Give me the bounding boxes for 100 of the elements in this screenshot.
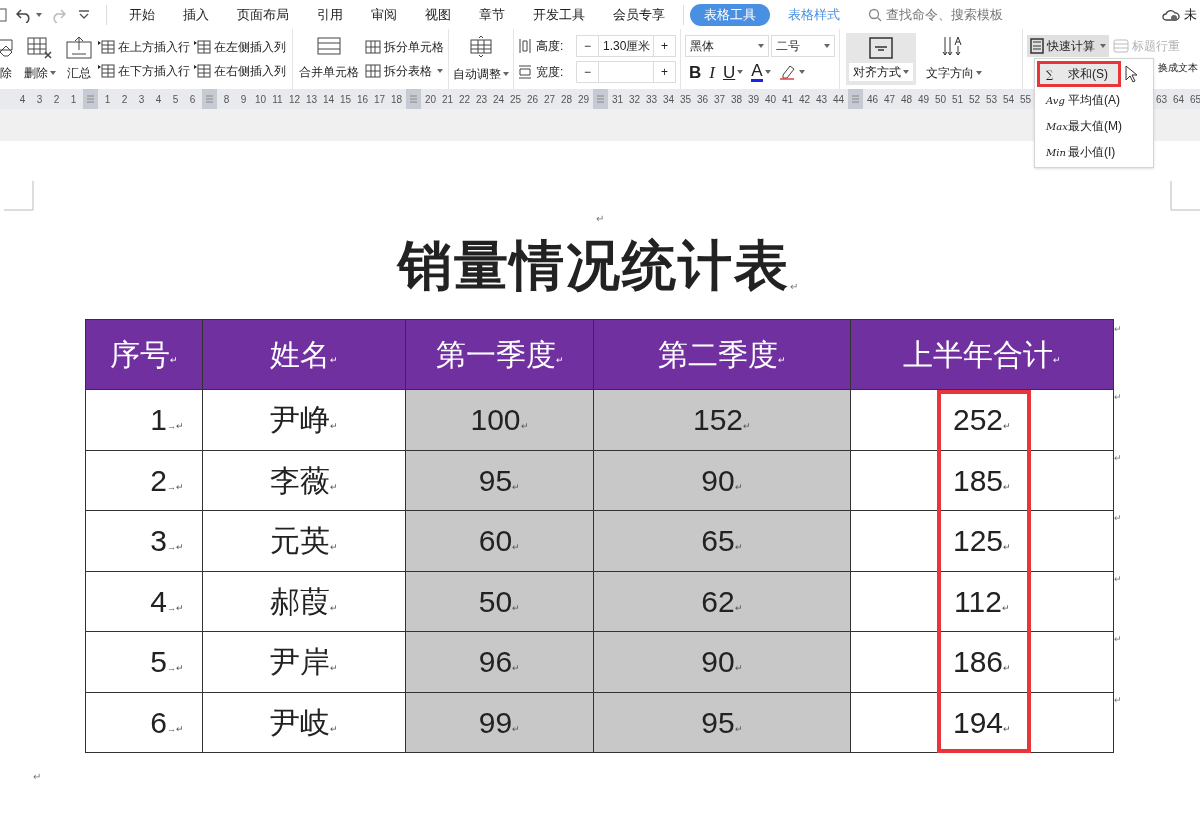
search-field[interactable]: 查找命令、搜索模板 [868,4,1003,25]
ruler-number: 38 [729,92,744,107]
paragraph-mark: ↵ [596,214,604,224]
ribbon-tab[interactable]: 页面布局 [225,3,301,26]
redo-icon[interactable] [50,6,66,23]
menu-item[interactable]: ∑ 求和(S) [1037,61,1121,87]
table-cell: 1→↵ [86,390,203,451]
ribbon-button[interactable]: 在下方插入行 [98,62,190,80]
underline-button[interactable]: U [722,63,736,81]
ruler-number: 15 [338,92,353,107]
caret-icon [903,70,909,74]
ruler-number: 42 [797,92,812,107]
corner-mark-icon [1170,181,1200,211]
ribbon-button[interactable]: 除 [0,36,16,82]
paragraph-mark: ↵ [790,282,798,292]
ruler-number: 52 [967,92,982,107]
menu-item[interactable]: Avg 平均值(A) [1037,87,1151,113]
ruler-number: 20 [423,92,438,107]
ribbon-tab[interactable]: 会员专享 [601,3,677,26]
ruler-number: 32 [627,92,642,107]
table-cell: 李薇↵ [203,450,406,511]
ribbon-button[interactable]: 删除 [22,36,58,82]
sync-status: 未 [1184,5,1198,24]
ribbon-button[interactable]: 合并单元格 [293,29,365,89]
autofit-icon [470,35,492,57]
ruler-number: 6 [188,92,197,107]
search-icon [868,7,882,22]
increment-button[interactable]: + [653,62,675,82]
table-cell: 元英↵ [203,511,406,572]
text-direction-button[interactable]: 文字方向 [922,29,986,89]
ribbon-tab[interactable]: 审阅 [359,3,409,26]
quick-calc-button[interactable]: 快速计算 [1027,35,1109,57]
ruler-number: 25 [508,92,523,107]
ruler-marker-icon[interactable] [202,89,217,109]
ruler-number: 51 [950,92,965,107]
align-button[interactable]: 对齐方式 [846,33,916,85]
menu-item[interactable]: Max最大值(M) [1037,113,1151,139]
size-field[interactable]: − + [576,61,676,83]
cloud-sync-icon[interactable] [1162,7,1180,22]
insert-grid-icon [98,39,116,55]
ruler-marker-icon[interactable] [593,89,608,109]
ribbon-button[interactable]: 拆分单元格 [365,38,444,56]
caret-icon [976,71,982,75]
ruler-number: 3 [137,92,146,107]
field-label: 宽度: [536,64,565,81]
font-name-dropdown[interactable]: 黑体 [685,35,769,57]
ruler-marker-icon[interactable] [406,89,421,109]
highlighter-icon[interactable] [778,64,797,80]
font-color-button[interactable]: A [751,62,763,82]
eraser-icon [0,36,14,60]
size-field[interactable]: − 1.30厘米 + [576,35,676,57]
table-cell: 郝葭↵ [203,571,406,632]
summary-icon [66,36,92,60]
ribbon-tab[interactable]: 引用 [305,3,355,26]
ruler-number: 22 [457,92,472,107]
ruler-number: 47 [882,92,897,107]
column-width-icon [518,64,532,80]
ribbon-button[interactable]: 在左侧插入列 [194,38,286,56]
ruler-number: 46 [865,92,880,107]
table-cell: 90↵ [594,450,851,511]
ribbon-button[interactable]: 拆分表格 [365,62,444,80]
menu-item[interactable]: Min 最小值(I) [1037,139,1151,165]
font-size-dropdown[interactable]: 二号 [771,35,835,57]
customize-icon[interactable] [78,9,90,20]
ruler-marker-icon[interactable] [83,89,98,109]
row-end-mark: ↵ [1114,451,1122,465]
ribbon-button[interactable]: 在上方插入行 [98,38,190,56]
paragraph-mark: ↵ [778,354,786,365]
ruler-number: 34 [661,92,676,107]
ribbon-tab[interactable]: 插入 [171,3,221,26]
convert-to-text-button[interactable]: 换成文本 [1158,61,1198,76]
decrement-button[interactable]: − [577,62,599,82]
table-cell: 90↵ [594,632,851,693]
bold-button[interactable]: B [689,63,702,81]
table-cell: 185↵ [851,450,1114,511]
insert-grid-icon [194,63,212,79]
ruler-number: 14 [321,92,336,107]
table-cell: 152↵ [594,390,851,451]
row-height-icon [518,38,532,54]
table-cell: 尹峥↵ [203,390,406,451]
ribbon-button[interactable]: 在右侧插入列 [194,62,286,80]
ribbon-tab[interactable]: 开发工具 [521,3,597,26]
row-end-mark: ↵ [1114,323,1122,336]
ribbon-button[interactable]: 汇总 [64,36,94,82]
ribbon-tab[interactable]: 开始 [117,3,167,26]
italic-button[interactable]: I [709,63,715,81]
calculator-icon [1030,38,1044,54]
ruler-number: 50 [933,92,948,107]
paragraph-mark: ↵ [170,354,178,365]
ruler-marker-icon[interactable] [848,89,863,109]
ribbon-tab[interactable]: 视图 [413,3,463,26]
table-cell: 186↵ [851,632,1114,693]
ribbon-tab[interactable]: 章节 [467,3,517,26]
row-end-mark: ↵ [1114,391,1122,404]
field-value: 1.30厘米 [602,38,652,55]
ruler-number: 44 [831,92,846,107]
corner-mark-icon [4,181,34,211]
decrement-button[interactable]: − [577,36,599,56]
ruler-number: 11 [271,92,284,107]
increment-button[interactable]: + [653,36,675,56]
